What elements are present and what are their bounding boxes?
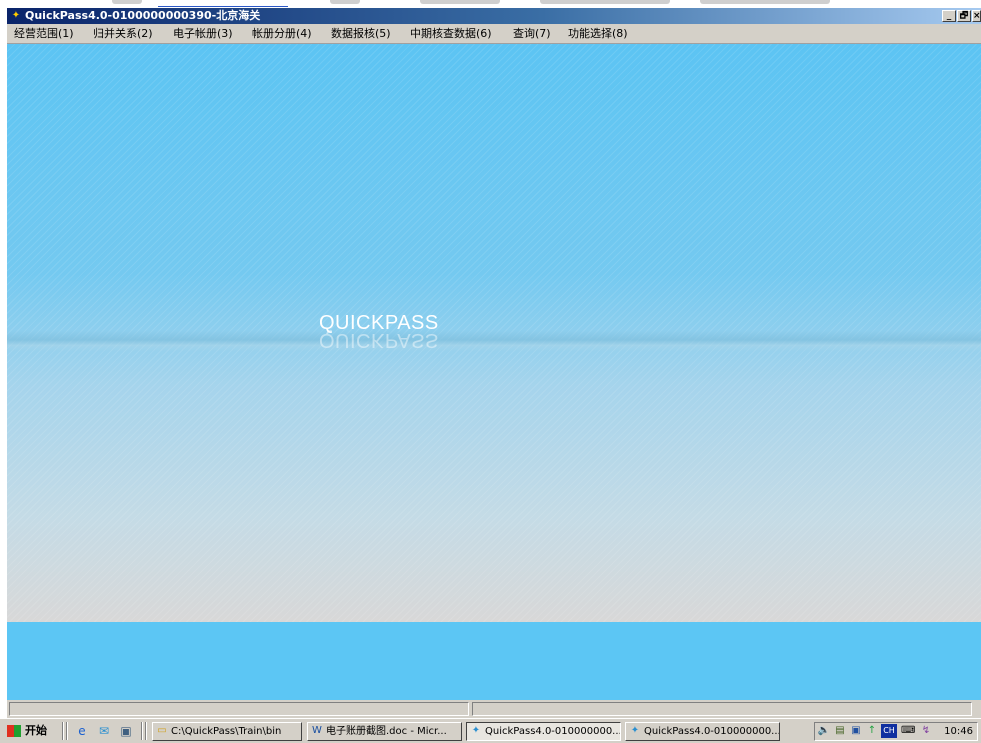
ie-icon[interactable]: e: [74, 723, 90, 739]
window-title: QuickPass4.0-0100000000390-北京海关: [25, 9, 261, 22]
start-label: 开始: [25, 724, 47, 737]
system-tray: 🔈 ▤ ▣ ↑ CH ⌨ ↯ 10:46: [814, 722, 978, 741]
start-button[interactable]: 开始: [5, 722, 47, 740]
outlook-icon[interactable]: ✉: [96, 723, 112, 739]
taskbar-separator: [62, 722, 64, 740]
minimize-button[interactable]: _: [942, 10, 956, 22]
background-link: [158, 0, 288, 7]
splash-area: QUICKPASS QUICKPASS: [7, 44, 981, 700]
horizon-line: [7, 330, 981, 352]
monitor-icon[interactable]: ▣: [849, 724, 863, 738]
maximize-button[interactable]: 🗗: [957, 10, 971, 22]
desktop-icon[interactable]: ▣: [118, 723, 134, 739]
menu-ledger-volumes[interactable]: 帐册分册(4): [252, 27, 312, 41]
clock[interactable]: 10:46: [944, 724, 973, 739]
taskbar-separator: [145, 722, 147, 740]
task-label: QuickPass4.0-010000000...: [644, 726, 780, 737]
menu-e-ledger[interactable]: 电子帐册(3): [173, 27, 233, 41]
word-icon: W: [312, 725, 322, 736]
ime-ch-icon[interactable]: CH: [881, 724, 897, 738]
menu-function-select[interactable]: 功能选择(8): [568, 27, 628, 41]
menu-data-verification[interactable]: 数据报核(5): [331, 27, 391, 41]
app-icon: ✦: [11, 10, 21, 21]
taskbar: 开始 e ✉ ▣ ▭ C:\QuickPass\Train\bin W 电子账册…: [0, 718, 981, 743]
keyboard-icon[interactable]: ⌨: [901, 724, 915, 738]
menu-query[interactable]: 查询(7): [513, 27, 551, 41]
quickpass-logo-reflection: QUICKPASS: [319, 329, 439, 351]
task-explorer[interactable]: ▭ C:\QuickPass\Train\bin: [152, 722, 302, 741]
status-pane-right: [472, 702, 972, 716]
folder-icon: ▭: [157, 725, 167, 736]
volume-icon[interactable]: 🔈: [817, 724, 831, 738]
app-icon: ✦: [471, 725, 481, 736]
app-icon: ✦: [630, 725, 640, 736]
menu-bar: 经营范围(1) 归并关系(2) 电子帐册(3) 帐册分册(4) 数据报核(5) …: [7, 24, 981, 44]
window-titlebar[interactable]: ✦ QuickPass4.0-0100000000390-北京海关 _ 🗗 ×: [7, 8, 981, 24]
task-quickpass-active[interactable]: ✦ QuickPass4.0-010000000...: [466, 722, 621, 741]
taskbar-separator: [66, 722, 68, 740]
status-pane-left: [9, 702, 469, 716]
task-word[interactable]: W 电子账册截图.doc - Micr...: [307, 722, 462, 741]
task-label: 电子账册截图.doc - Micr...: [326, 726, 447, 737]
arrow-icon[interactable]: ↑: [865, 724, 879, 738]
bottom-blue-band: [7, 622, 981, 700]
task-label: QuickPass4.0-010000000...: [485, 726, 621, 737]
menu-merge-relation[interactable]: 归并关系(2): [93, 27, 153, 41]
background-document-strip: [0, 0, 981, 8]
close-button[interactable]: ×: [972, 10, 981, 22]
tool-icon[interactable]: ↯: [919, 724, 933, 738]
menu-midterm-check[interactable]: 中期核查数据(6): [410, 27, 492, 41]
windows-flag-icon: [7, 725, 21, 737]
network-icon[interactable]: ▤: [833, 724, 847, 738]
task-label: C:\QuickPass\Train\bin: [171, 726, 282, 737]
taskbar-separator: [141, 722, 143, 740]
menu-business-scope[interactable]: 经营范围(1): [14, 27, 74, 41]
task-quickpass[interactable]: ✦ QuickPass4.0-010000000...: [625, 722, 780, 741]
status-bar: [7, 700, 981, 718]
